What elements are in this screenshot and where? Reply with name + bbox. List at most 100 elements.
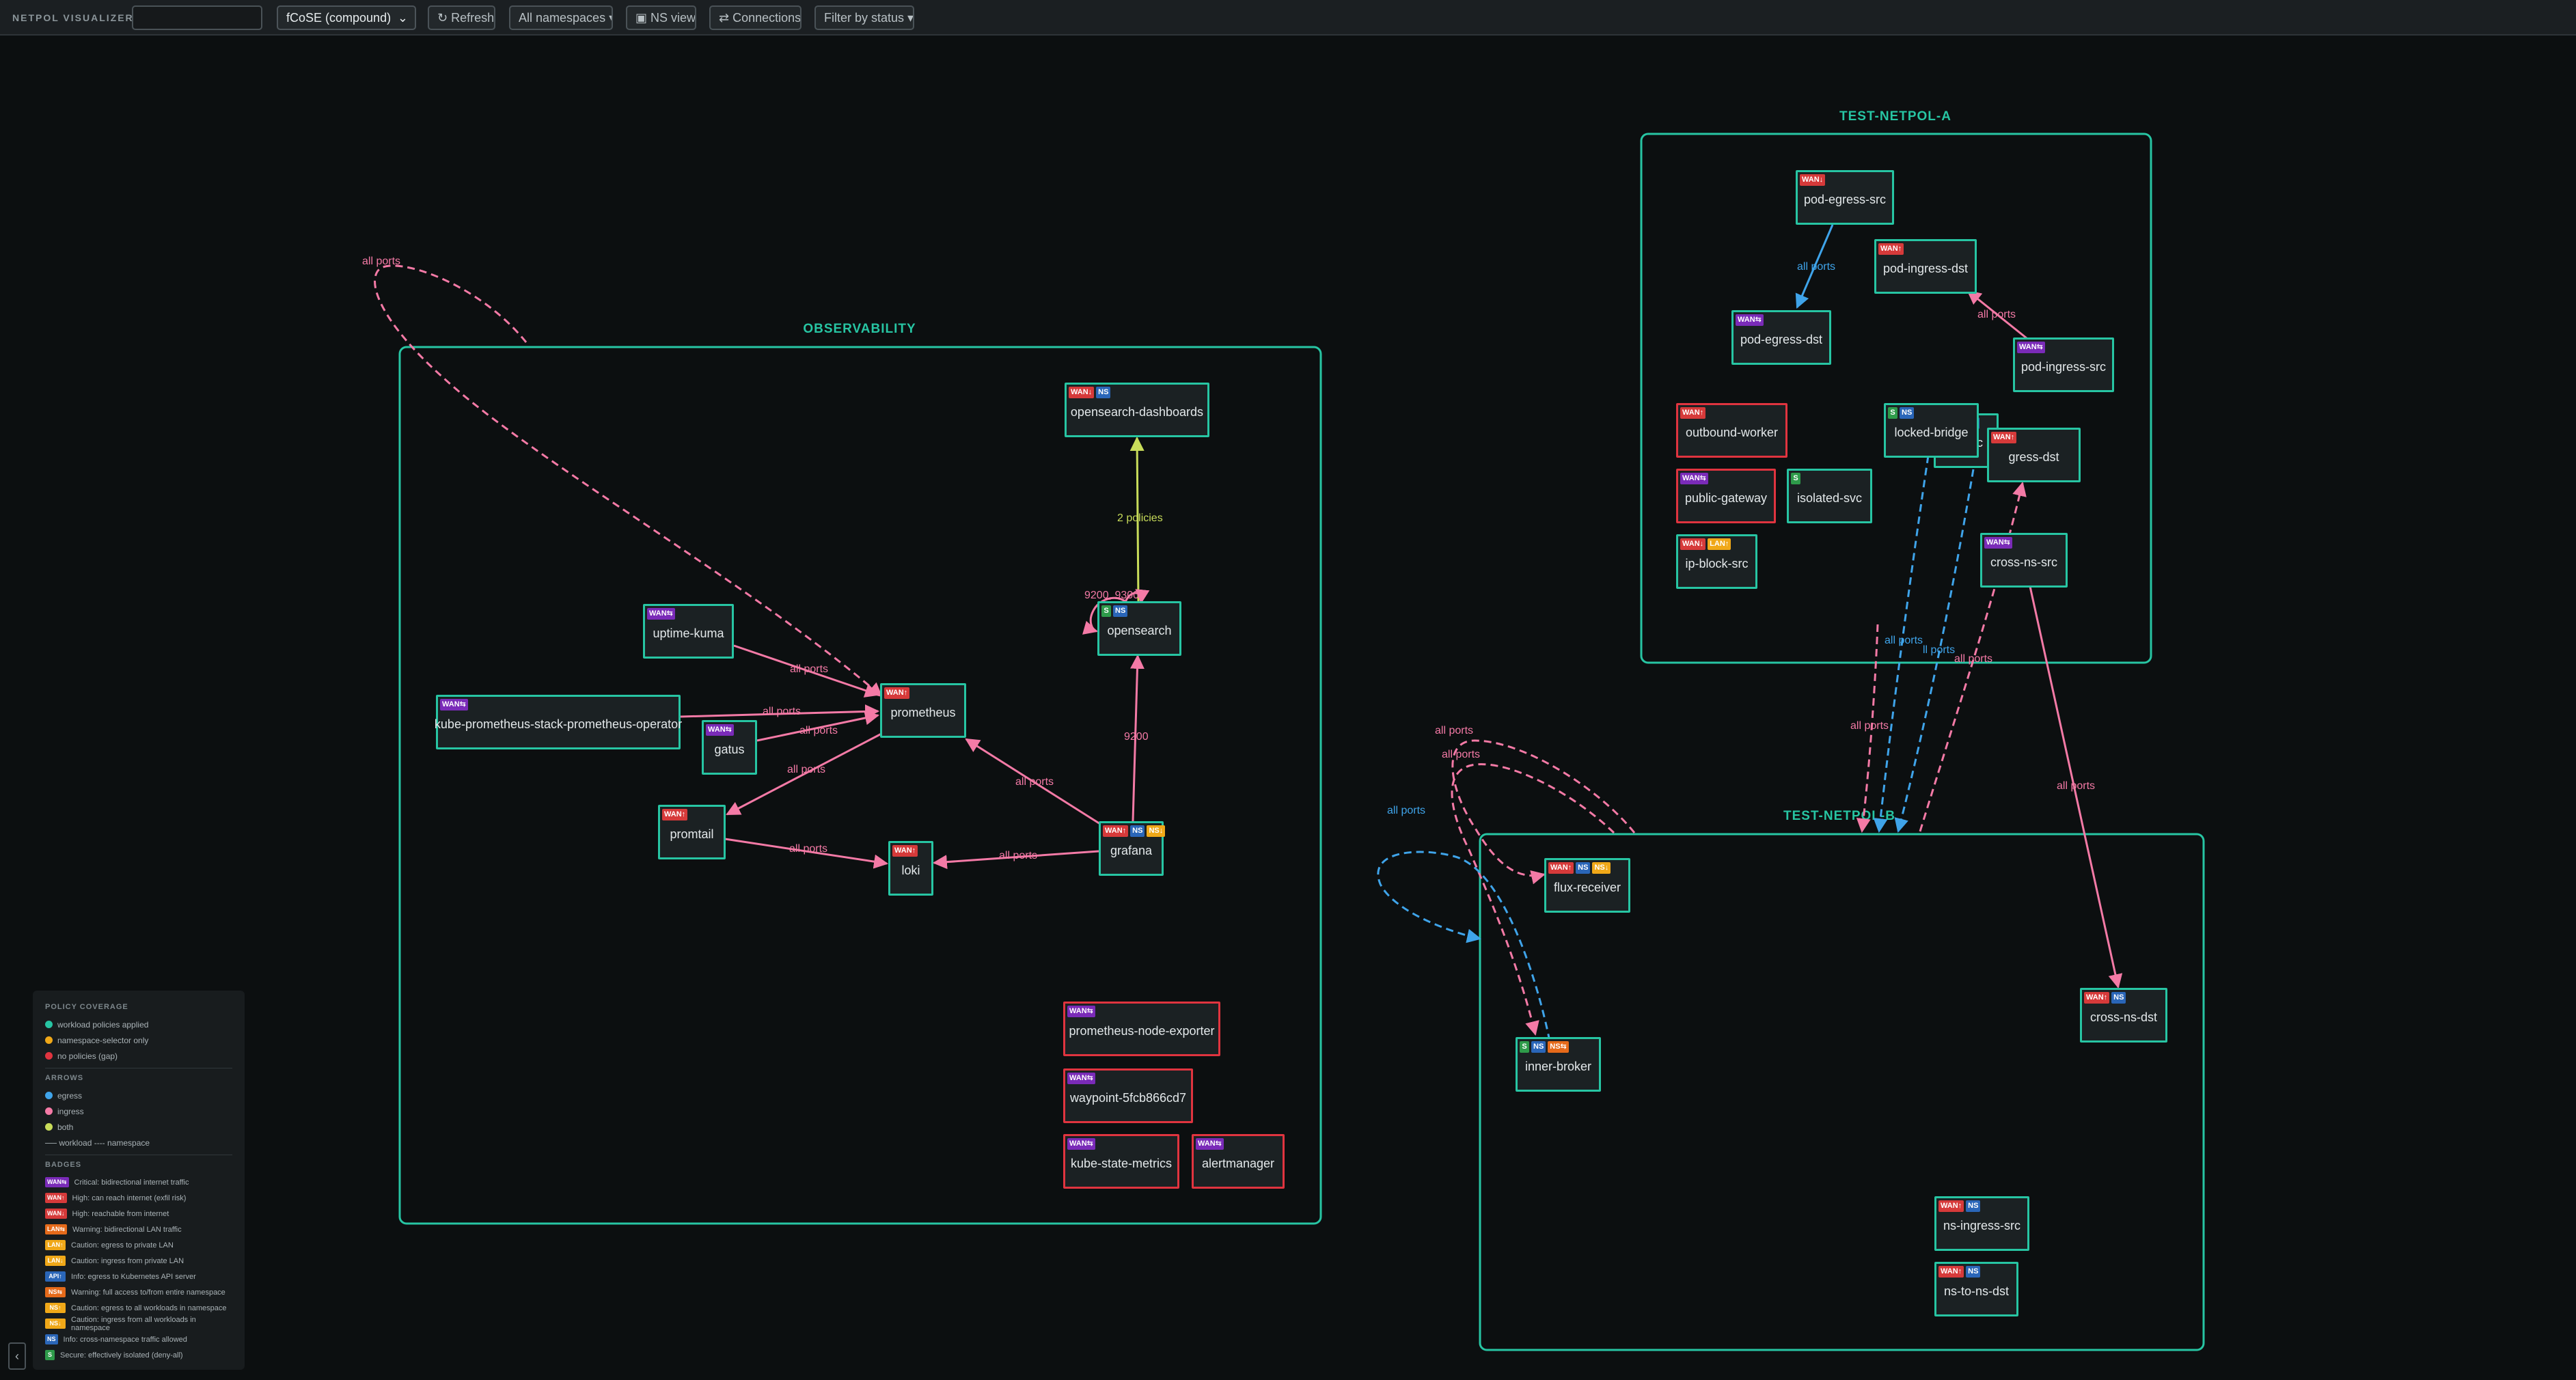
node-os[interactable]: S NS opensearch [1097, 601, 1181, 656]
legend-item-label: egress [57, 1090, 83, 1101]
node-pg[interactable]: WAN⇆ public-gateway [1676, 469, 1776, 523]
node-cnd[interactable]: WAN↑ NS cross-ns-dst [2080, 988, 2167, 1043]
legend-badge-item: NS Info: cross-namespace traffic allowed [45, 1331, 232, 1347]
node-uk[interactable]: WAN⇆ uptime-kuma [643, 604, 734, 659]
legend-collapse-button[interactable]: ‹ [8, 1342, 26, 1370]
legend-badge: NS [45, 1334, 58, 1344]
edge-label: all ports [999, 850, 1037, 861]
node-osd[interactable]: WAN↓ NS opensearch-dashboards [1065, 383, 1209, 437]
legend-badge: API↑ [45, 1271, 66, 1282]
node-ped[interactable]: WAN⇆ pod-egress-dst [1731, 310, 1831, 365]
layout-select[interactable]: fCoSE (compound) ⌄ [277, 5, 416, 30]
graph-canvas[interactable]: OBSERVABILITY TEST-NETPOL-A TEST-NETPOL-… [0, 37, 2576, 1380]
legend-badge: LAN↓ [45, 1256, 66, 1266]
node-label: waypoint-5fcb866cd7 [1069, 1090, 1187, 1105]
node-wp[interactable]: WAN⇆ waypoint-5fcb866cd7 [1063, 1068, 1193, 1123]
edge-label: all ports [787, 764, 825, 775]
node-gatus[interactable]: WAN⇆ gatus [702, 720, 757, 775]
legend-badge: WAN↑ [45, 1193, 67, 1203]
node-loki[interactable]: WAN↑ loki [888, 841, 933, 896]
legend-item: namespace-selector only [45, 1032, 232, 1048]
node-kps[interactable]: WAN⇆ kube-prometheus-stack-prometheus-ope… [435, 695, 682, 749]
layout-select-value: fCoSE (compound) [286, 11, 392, 25]
legend-badge-label: High: can reach internet (exfil risk) [72, 1193, 187, 1202]
legend-badge-label: Info: egress to Kubernetes API server [71, 1272, 196, 1281]
search-input[interactable] [132, 5, 262, 30]
legend-badge-label: Caution: ingress from all workloads in n… [71, 1315, 196, 1332]
edge-label: 9200, 9300 [1084, 590, 1139, 601]
namespace-label-test-netpol-b: TEST-NETPOL-B [1783, 809, 1895, 823]
edge-label: all ports [1015, 776, 1054, 788]
legend-dot-icon [45, 1107, 53, 1115]
legend-dot-icon [45, 1123, 53, 1131]
connections-button[interactable]: ⇄ Connections [709, 5, 801, 30]
node-label: outbound-worker [1685, 425, 1779, 439]
node-pid[interactable]: WAN↑ pod-ingress-dst [1874, 239, 1977, 294]
ns-view-button[interactable]: ▣ NS view [626, 5, 696, 30]
node-label: gress-dst [2008, 450, 2059, 464]
legend-badge-item: LAN⇆ Warning: bidirectional LAN traffic [45, 1222, 232, 1237]
edge-label: all ports [1442, 749, 1480, 760]
node-prom[interactable]: WAN↑ prometheus [880, 683, 966, 738]
node-ow[interactable]: WAN↑ outbound-worker [1676, 403, 1787, 458]
node-grafana[interactable]: WAN↑ NS NS↓ grafana [1099, 821, 1166, 876]
namespace-label-observability: OBSERVABILITY [803, 322, 916, 336]
node-label: public-gateway [1684, 491, 1768, 505]
legend-badge: NS⇆ [45, 1287, 66, 1297]
legend-badge: NS↑ [45, 1303, 66, 1313]
edge-label: all ports [789, 843, 827, 855]
node-label: prometheus [890, 705, 956, 719]
node-label: opensearch [1107, 623, 1172, 637]
node-label: flux-receiver [1553, 880, 1621, 894]
node-pis[interactable]: WAN⇆ pod-ingress-src [2013, 337, 2114, 392]
node-label: isolated-svc [1796, 491, 1863, 505]
edge-label: all ports [1387, 805, 1425, 816]
node-ksm[interactable]: WAN⇆ kube-state-metrics [1063, 1134, 1179, 1189]
edge-inner-broker-egress[interactable] [1377, 851, 1551, 1042]
namespace-label-test-netpol-a: TEST-NETPOL-A [1839, 109, 1951, 124]
node-lb[interactable]: S NS locked-bridge [1884, 403, 1979, 458]
node-promtail[interactable]: WAN↑ promtail [658, 805, 726, 859]
legend-item: ingress [45, 1103, 232, 1119]
legend-badges-title: BADGES [45, 1161, 82, 1169]
node-pne[interactable]: WAN⇆ prometheus-node-exporter [1063, 1002, 1220, 1056]
namespace-filter-button[interactable]: All namespaces ▾ [509, 5, 613, 30]
edge-label: 9200 [1124, 731, 1149, 743]
node-flux[interactable]: WAN↑ NS NS↓ flux-receiver [1544, 858, 1630, 913]
toolbar: NETPOL VISUALIZER fCoSE (compound) ⌄ ↻ R… [0, 0, 2576, 36]
status-filter-button[interactable]: Filter by status ▾ [814, 5, 914, 30]
legend-item: egress [45, 1088, 232, 1103]
node-am[interactable]: WAN⇆ alertmanager [1192, 1134, 1285, 1189]
node-egdst[interactable]: WAN↑ gress-dst [1987, 428, 2081, 482]
node-label: kube-state-metrics [1070, 1156, 1173, 1170]
node-label: locked-bridge [1894, 425, 1969, 439]
legend-dot-icon [45, 1021, 53, 1028]
node-nnd[interactable]: WAN↑ NS ns-to-ns-dst [1934, 1262, 2018, 1316]
legend-badge-item: LAN↓ Caution: ingress from private LAN [45, 1253, 232, 1269]
legend-badge-item: S Secure: effectively isolated (deny-all) [45, 1347, 232, 1363]
legend-badge-item: NS↑ Caution: egress to all workloads in n… [45, 1300, 232, 1316]
edge-label: ll ports [1923, 644, 1955, 656]
node-ib[interactable]: S NS NS⇆ inner-broker [1516, 1037, 1601, 1092]
node-ipb[interactable]: WAN↓ LAN↑ ip-block-src [1676, 534, 1757, 589]
legend-badge-label: Info: cross-namespace traffic allowed [63, 1335, 187, 1344]
legend-badge: WAN⇆ [45, 1177, 69, 1187]
legend-badge: LAN⇆ [45, 1224, 68, 1234]
edge-label: all ports [1954, 653, 1992, 665]
legend-badge: S [45, 1350, 55, 1360]
refresh-button[interactable]: ↻ Refresh [428, 5, 495, 30]
legend-panel: POLICY COVERAGE workload policies applie… [33, 991, 245, 1370]
node-iso[interactable]: Sisolated-svc [1787, 469, 1872, 523]
edge-label: all ports [790, 663, 828, 675]
edge-label: all ports [362, 256, 400, 267]
node-label: prometheus-node-exporter [1069, 1023, 1215, 1038]
node-label: uptime-kuma [653, 626, 724, 640]
legend-item-label: workload policies applied [57, 1019, 149, 1030]
legend-badge-item: NS↓ Caution: ingress from all workloads i… [45, 1315, 232, 1332]
node-pes[interactable]: WAN↓ pod-egress-src [1796, 170, 1894, 225]
legend-badge: WAN↓ [45, 1209, 67, 1219]
node-cns[interactable]: WAN⇆ cross-ns-src [1980, 533, 2068, 588]
edge-label: 2 policies [1117, 512, 1163, 524]
node-label: pod-ingress-dst [1882, 261, 1969, 275]
node-nis[interactable]: WAN↑ NS ns-ingress-src [1934, 1196, 2029, 1251]
